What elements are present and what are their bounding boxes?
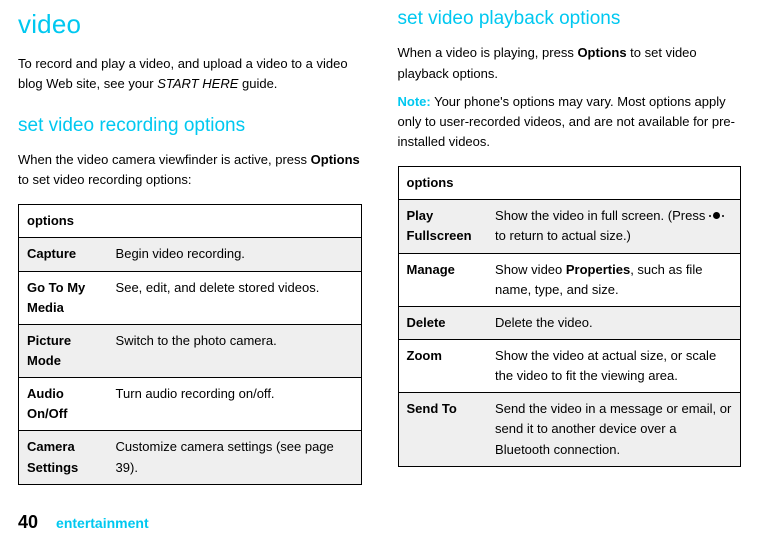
pb-body-before: When a video is playing, press <box>398 45 578 60</box>
start-here-guide: START HERE <box>157 76 238 91</box>
table-row: Manage Show video Properties, such as fi… <box>398 253 741 306</box>
table-row: Send To Send the video in a message or e… <box>398 393 741 466</box>
playback-options-title: set video playback options <box>398 4 742 33</box>
note-label: Note: <box>398 94 431 109</box>
option-desc: See, edit, and delete stored videos. <box>108 271 361 324</box>
option-name: Picture Mode <box>27 333 71 368</box>
option-name: Manage <box>407 262 455 277</box>
video-intro: To record and play a video, and upload a… <box>18 54 362 94</box>
desc-before: Show the video in full screen. (Press <box>495 208 709 223</box>
recording-options-title: set video recording options <box>18 111 362 140</box>
table-row: Go To My Media See, edit, and delete sto… <box>19 271 362 324</box>
table-row: Zoom Show the video at actual size, or s… <box>398 339 741 392</box>
option-desc: Show the video in full screen. (Press to… <box>487 200 740 253</box>
table-row: Delete Delete the video. <box>398 306 741 339</box>
center-key-icon <box>709 208 724 223</box>
recording-options-table: options Capture Begin video recording. G… <box>18 204 362 484</box>
table-row: Camera Settings Customize camera setting… <box>19 431 362 484</box>
page-number: 40 <box>18 509 38 537</box>
option-desc: Customize camera settings (see page 39). <box>108 431 361 484</box>
table-header: options <box>19 205 362 238</box>
option-name: Zoom <box>407 348 442 363</box>
option-name: Play Fullscreen <box>407 208 472 243</box>
video-title: video <box>18 4 362 44</box>
desc-after: to return to actual size.) <box>495 228 631 243</box>
right-column: set video playback options When a video … <box>398 4 742 501</box>
option-name: Go To My Media <box>27 280 85 315</box>
option-desc: Show the video at actual size, or scale … <box>487 339 740 392</box>
rec-body-after: to set video recording options: <box>18 172 191 187</box>
table-row: Audio On/Off Turn audio recording on/off… <box>19 378 362 431</box>
playback-options-table: options Play Fullscreen Show the video i… <box>398 166 742 467</box>
option-desc: Show video Properties, such as file name… <box>487 253 740 306</box>
option-desc: Switch to the photo camera. <box>108 324 361 377</box>
option-name: Capture <box>27 246 76 261</box>
left-column: video To record and play a video, and up… <box>18 4 362 501</box>
table-row: Play Fullscreen Show the video in full s… <box>398 200 741 253</box>
option-desc: Turn audio recording on/off. <box>108 378 361 431</box>
playback-note: Note: Your phone's options may vary. Mos… <box>398 92 742 152</box>
option-desc: Begin video recording. <box>108 238 361 271</box>
table-row: Picture Mode Switch to the photo camera. <box>19 324 362 377</box>
playback-options-body: When a video is playing, press Options t… <box>398 43 742 83</box>
intro-text-after: guide. <box>238 76 277 91</box>
rec-body-before: When the video camera viewfinder is acti… <box>18 152 311 167</box>
option-name: Camera Settings <box>27 439 78 474</box>
option-name: Delete <box>407 315 446 330</box>
options-softkey: Options <box>311 152 360 167</box>
table-header: options <box>398 167 741 200</box>
recording-options-body: When the video camera viewfinder is acti… <box>18 150 362 190</box>
options-softkey: Options <box>577 45 626 60</box>
section-label: entertainment <box>56 513 149 535</box>
option-name: Audio On/Off <box>27 386 67 421</box>
option-desc: Delete the video. <box>487 306 740 339</box>
option-desc: Send the video in a message or email, or… <box>487 393 740 466</box>
page-footer: 40 entertainment <box>18 501 741 537</box>
desc-before: Show video <box>495 262 566 277</box>
properties-label: Properties <box>566 262 630 277</box>
option-name: Send To <box>407 401 457 416</box>
note-text: Your phone's options may vary. Most opti… <box>398 94 735 149</box>
table-row: Capture Begin video recording. <box>19 238 362 271</box>
